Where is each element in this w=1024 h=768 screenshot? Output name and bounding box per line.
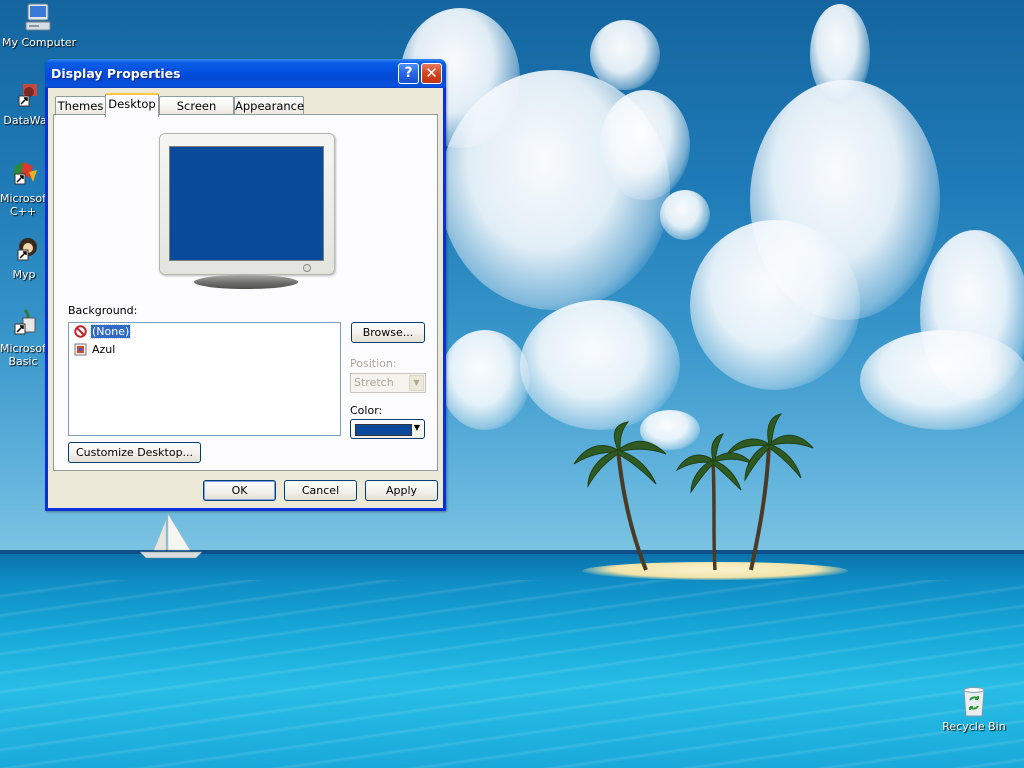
desktop-icon-my-computer[interactable]: My Computer [2, 2, 77, 49]
help-button[interactable]: ? [398, 63, 419, 84]
chevron-down-icon: ▼ [413, 423, 420, 432]
bitmap-icon [74, 343, 87, 356]
preview-screen [169, 146, 324, 261]
button-label: Customize Desktop... [75, 446, 194, 459]
chevron-down-icon: ▼ [409, 375, 424, 391]
shortcut-app-icon [17, 238, 37, 261]
background-listbox[interactable]: (None) Azul [68, 322, 341, 436]
cloud [590, 20, 660, 90]
list-item-none[interactable]: (None) [73, 324, 132, 340]
desktop-icon-label: Microsoft C++ [0, 192, 51, 218]
monitor-stand [194, 275, 298, 289]
list-item-label: Azul [92, 343, 116, 356]
computer-icon [25, 3, 51, 31]
position-select[interactable]: Stretch ▼ [350, 373, 426, 393]
list-item-azul[interactable]: Azul [73, 342, 116, 358]
visual-cpp-icon [13, 162, 37, 185]
cloud [810, 4, 870, 104]
desktop-tab-panel: Background: (None) Azul Browse... Positi… [53, 114, 438, 471]
visual-basic-icon [14, 308, 36, 335]
sea-ripples [0, 580, 1024, 768]
sailboat-icon [139, 513, 203, 559]
button-label: OK [231, 484, 248, 497]
display-properties-window: Display Properties ? ✕ Themes Desktop Sc… [45, 59, 446, 511]
tab-label: Appearance [235, 99, 305, 113]
recycle-bin-icon [963, 687, 985, 717]
title-bar[interactable]: Display Properties ? ✕ [45, 59, 446, 88]
color-swatch [355, 424, 412, 436]
palm-tree-icon [726, 413, 814, 571]
tab-screen-saver[interactable]: Screen Saver [159, 96, 234, 131]
window-title: Display Properties [51, 66, 181, 81]
browse-button[interactable]: Browse... [351, 322, 425, 343]
button-label: Cancel [301, 484, 340, 497]
apply-button[interactable]: Apply [365, 480, 438, 501]
cancel-button[interactable]: Cancel [284, 480, 357, 501]
tab-appearance[interactable]: Appearance [234, 96, 304, 115]
desktop-icon-label: Microsoft Basic [0, 342, 51, 368]
tab-desktop[interactable]: Desktop [105, 93, 159, 117]
position-label: Position: [350, 357, 397, 370]
close-icon: ✕ [425, 64, 438, 82]
help-icon: ? [404, 65, 413, 81]
monitor-preview [159, 133, 335, 275]
desktop-icon-recycle-bin[interactable]: Recycle Bin [942, 686, 1006, 733]
desktop-icon-label: Recycle Bin [942, 720, 1006, 733]
customize-desktop-button[interactable]: Customize Desktop... [68, 442, 201, 463]
list-item-label: (None) [89, 324, 132, 339]
desktop-icon-label: Myp [12, 268, 36, 281]
close-button[interactable]: ✕ [421, 63, 442, 84]
tab-themes[interactable]: Themes [55, 96, 106, 115]
cloud [600, 90, 690, 200]
desktop-icon-datawa[interactable]: DataWa [0, 82, 50, 127]
palm-tree-icon [573, 421, 667, 571]
cloud [690, 220, 860, 390]
shortcut-app-icon [18, 84, 37, 107]
desktop-icon-microsoft-cpp[interactable]: Microsoft C++ [0, 160, 50, 218]
button-label: Browse... [362, 326, 414, 339]
cloud [660, 190, 710, 240]
dialog-client-area: Themes Desktop Screen Saver Appearance B… [48, 88, 443, 508]
color-picker-button[interactable]: ▼ [350, 419, 425, 439]
cloud [860, 330, 1024, 430]
desktop-icon-microsoft-basic[interactable]: Microsoft Basic [0, 308, 50, 368]
background-label: Background: [68, 304, 138, 317]
desktop-icon-label: DataWa [3, 114, 47, 127]
cloud [440, 330, 530, 430]
tab-label: Themes [57, 99, 104, 113]
cloud [520, 300, 680, 430]
desktop-icon-myp[interactable]: Myp [2, 236, 46, 281]
button-label: Apply [385, 484, 418, 497]
color-label: Color: [350, 404, 383, 417]
ok-button[interactable]: OK [203, 480, 276, 501]
monitor-power-button-icon [303, 264, 311, 272]
desktop-icon-label: My Computer [2, 36, 77, 49]
none-icon [74, 325, 87, 338]
tab-label: Desktop [108, 97, 156, 111]
position-value: Stretch [354, 376, 394, 389]
